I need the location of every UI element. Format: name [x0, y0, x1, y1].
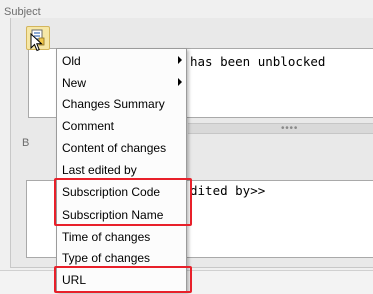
menu-item-label: Last edited by — [62, 163, 137, 177]
submenu-arrow-icon — [178, 56, 182, 64]
body-label: B — [22, 137, 30, 149]
menu-item-comment[interactable]: Comment — [57, 115, 186, 137]
menu-item-new[interactable]: New — [57, 72, 186, 94]
highlight-box-subscription — [54, 178, 192, 226]
menu-item-changes-summary[interactable]: Changes Summary — [57, 93, 186, 115]
splitter-grip-icon: • • • • — [281, 123, 297, 134]
menu-item-label: Time of changes — [62, 230, 151, 244]
menu-item-label: Content of changes — [62, 141, 167, 155]
menu-item-label: Changes Summary — [62, 97, 165, 111]
menu-item-content-of-changes[interactable]: Content of changes — [57, 137, 186, 159]
splitter-bar[interactable]: • • • • — [188, 123, 373, 134]
highlight-box-url — [54, 266, 192, 293]
menu-item-old[interactable]: Old — [57, 50, 186, 72]
mouse-pointer-icon — [30, 33, 43, 52]
menu-item-time-of-changes[interactable]: Time of changes — [57, 226, 186, 248]
insert-field-menu: Old New Changes Summary Comment Content … — [56, 48, 187, 292]
subject-label: Subject — [4, 6, 41, 18]
menu-item-label: Comment — [62, 119, 115, 133]
menu-item-label: Old — [62, 54, 81, 68]
menu-item-label: Type of changes — [62, 251, 151, 265]
subject-text: has been unblocked — [190, 54, 326, 69]
submenu-arrow-icon — [178, 78, 182, 86]
body-text: dited by>> — [190, 183, 266, 198]
menu-item-label: New — [62, 76, 87, 90]
